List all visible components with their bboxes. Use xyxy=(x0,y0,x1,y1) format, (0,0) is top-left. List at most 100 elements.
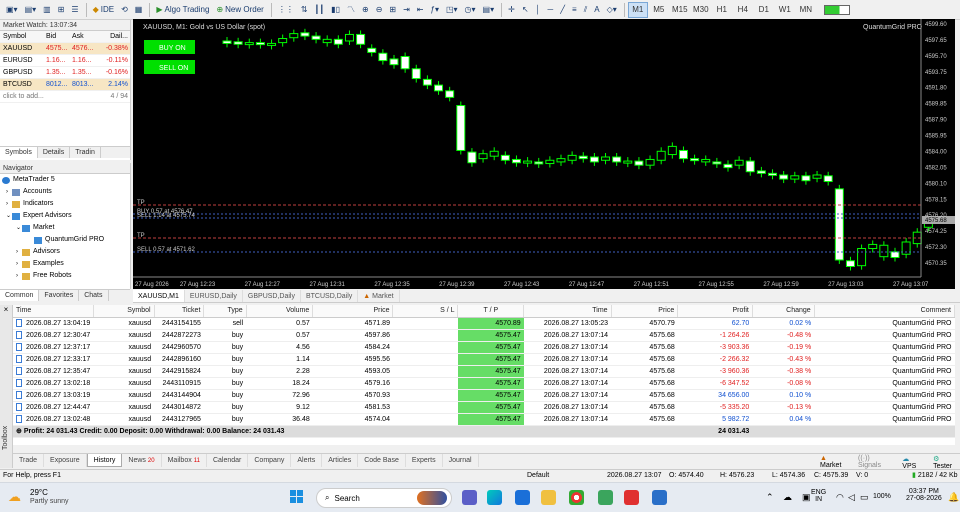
volume-icon[interactable]: ◁ xyxy=(848,492,855,503)
file-explorer-icon[interactable] xyxy=(541,490,556,505)
header-ask[interactable]: Ask xyxy=(72,31,98,42)
timeframe-w1[interactable]: W1 xyxy=(775,2,795,18)
clock[interactable]: 03:37 PM 27-08-2026 xyxy=(906,488,942,502)
nav-item-metatrader[interactable]: MetaTrader 5 xyxy=(0,174,130,186)
header-bid[interactable]: Bid xyxy=(46,31,72,42)
toolbox-strip[interactable]: × Toolbox xyxy=(0,305,13,468)
windows-start-icon[interactable] xyxy=(290,490,304,504)
new-order-button[interactable]: ⊕ New Order xyxy=(213,2,266,18)
text-icon[interactable]: A xyxy=(591,2,602,18)
timeframe-m1[interactable]: M1 xyxy=(627,1,648,18)
column-header[interactable]: Type xyxy=(203,305,247,318)
toolbox-close-icon[interactable]: × xyxy=(0,305,12,315)
app-icon[interactable] xyxy=(598,490,613,505)
candlestick-icon[interactable]: ▮▯ xyxy=(328,2,343,18)
column-header[interactable]: T / P xyxy=(457,305,525,318)
periods-icon[interactable]: ◷▾ xyxy=(462,2,479,18)
nav-item-expert-advisors[interactable]: ⌄ Expert Advisors xyxy=(0,210,130,222)
nav-item-accounts[interactable]: › Accounts xyxy=(0,186,130,198)
weather-temp[interactable]: 29°C xyxy=(30,488,48,497)
objects-icon[interactable]: ◳▾ xyxy=(443,2,461,18)
market-watch-row[interactable]: XAUUSD 4575... 4576... -0.38% xyxy=(0,43,130,55)
column-header[interactable]: Price xyxy=(611,305,679,318)
tab-news[interactable]: News 20 xyxy=(122,454,162,467)
tile-windows-icon[interactable]: ⊞ xyxy=(386,2,399,18)
table-row[interactable]: 2026.08.27 13:02:48 xauusd 2443127965 buy 36… xyxy=(13,413,955,426)
column-header[interactable]: Profit xyxy=(677,305,753,318)
tab-chats[interactable]: Chats xyxy=(79,290,109,301)
tester-link[interactable]: ⚙ Tester xyxy=(933,455,960,470)
table-row[interactable]: 2026.08.27 13:04:19 xauusd 2443154155 sell 0… xyxy=(13,317,955,330)
edge-icon[interactable] xyxy=(487,490,502,505)
zoom-out-icon[interactable]: ⊖ xyxy=(373,2,386,18)
zoom-in-icon[interactable]: ⊕ xyxy=(359,2,372,18)
column-header[interactable]: Symbol xyxy=(93,305,155,318)
shapes-icon[interactable]: ◇▾ xyxy=(604,2,620,18)
vertical-line-icon[interactable]: │ xyxy=(533,2,544,18)
metatrader-taskbar-icon[interactable] xyxy=(652,490,667,505)
notification-icon[interactable]: 🔔 xyxy=(948,492,959,503)
chart-canvas[interactable]: XAUUSD, M1: Gold vs US Dollar (spot) Qua… xyxy=(133,19,955,289)
nav-item-market[interactable]: ⌄ Market xyxy=(0,222,130,234)
depth-of-market-icon[interactable]: ⋮⋮ xyxy=(275,2,297,18)
navigator-icon[interactable]: ☰ xyxy=(68,2,81,18)
tab-symbols[interactable]: Symbols xyxy=(0,147,38,158)
vps-link[interactable]: ☁ VPS xyxy=(902,455,925,470)
chart-tab-market[interactable]: ▲ Market xyxy=(358,290,400,302)
tray-chevron-icon[interactable]: ⌃ xyxy=(766,492,774,503)
market-watch-row[interactable]: EURUSD 1.16... 1.16... -0.11% xyxy=(0,55,130,67)
tab-mailbox[interactable]: Mailbox 11 xyxy=(162,454,207,467)
chart-shift-icon[interactable]: ⇤ xyxy=(414,2,427,18)
timeframe-m15[interactable]: M15 xyxy=(670,2,690,18)
fibonacci-icon[interactable]: ≡ xyxy=(569,2,580,18)
column-header[interactable]: Price xyxy=(312,305,394,318)
chrome-icon[interactable] xyxy=(569,490,584,505)
line-chart-icon[interactable]: 〽 xyxy=(344,2,358,18)
column-header[interactable]: Volume xyxy=(246,305,314,318)
chart-tab-eurusd[interactable]: EURUSD,Daily xyxy=(185,290,243,302)
history-icon[interactable]: ⟲ xyxy=(118,2,131,18)
tab-history[interactable]: History xyxy=(86,454,123,467)
tray-app-icon[interactable]: ▣ xyxy=(802,492,811,503)
column-header[interactable]: Time xyxy=(523,305,612,318)
history-data-icon[interactable]: ▦ xyxy=(132,2,146,18)
horizontal-line-icon[interactable]: ─ xyxy=(545,2,557,18)
tab-journal[interactable]: Journal xyxy=(443,454,479,467)
cursor-icon[interactable]: ↖ xyxy=(519,2,532,18)
language-indicator[interactable]: ENG IN xyxy=(811,489,826,503)
chart-tab-xauusd[interactable]: XAUUSD,M1 xyxy=(133,290,185,302)
signals-icon[interactable]: ⇅ xyxy=(298,2,311,18)
market-watch-icon[interactable]: ⊞ xyxy=(55,2,68,18)
column-header[interactable]: S / L xyxy=(392,305,459,318)
sell-button[interactable]: SELL ON xyxy=(144,60,195,74)
teams-icon[interactable] xyxy=(462,490,477,505)
tab-company[interactable]: Company xyxy=(248,454,292,467)
market-watch-row[interactable]: GBPUSD 1.35... 1.35... -0.16% xyxy=(0,67,130,79)
store-icon[interactable] xyxy=(515,490,530,505)
tab-alerts[interactable]: Alerts xyxy=(291,454,323,467)
nav-item-indicators[interactable]: › Indicators xyxy=(0,198,130,210)
timeframe-m30[interactable]: M30 xyxy=(691,2,711,18)
templates-menu-icon[interactable]: ▤▾ xyxy=(480,2,498,18)
autoscroll-icon[interactable]: ⇥ xyxy=(400,2,413,18)
ide-button[interactable]: ◆ IDE xyxy=(90,2,118,18)
nav-item-advisors[interactable]: › Advisors xyxy=(0,246,130,258)
price-chart[interactable]: XAUUSD, M1: Gold vs US Dollar (spot) Qua… xyxy=(133,19,955,289)
profiles-icon[interactable]: ▤▾ xyxy=(22,2,40,18)
indicators-icon[interactable]: ƒ▾ xyxy=(428,2,442,18)
market-watch-row[interactable]: BTCUSD 8012... 8013... 2.14% xyxy=(0,79,130,91)
nav-item-quantumgrid[interactable]: QuantumGrid PRO xyxy=(0,234,130,246)
column-header[interactable]: Comment xyxy=(814,305,956,318)
tab-articles[interactable]: Articles xyxy=(322,454,359,467)
timeframe-m5[interactable]: M5 xyxy=(649,2,669,18)
taskbar-search[interactable]: ⌕ Search xyxy=(316,488,452,508)
timeframe-h4[interactable]: H4 xyxy=(733,2,753,18)
onedrive-icon[interactable]: ☁ xyxy=(783,492,792,503)
header-daily[interactable]: Dail... xyxy=(98,31,130,42)
buy-button[interactable]: BUY ON xyxy=(144,40,195,54)
weather-desc[interactable]: Partly sunny xyxy=(30,498,69,505)
new-chart-icon[interactable]: ▣▾ xyxy=(3,2,21,18)
channel-icon[interactable]: ⫽ xyxy=(581,2,591,18)
signals-link[interactable]: ((·)) Signals xyxy=(858,455,894,470)
header-symbol[interactable]: Symbol xyxy=(0,31,46,42)
